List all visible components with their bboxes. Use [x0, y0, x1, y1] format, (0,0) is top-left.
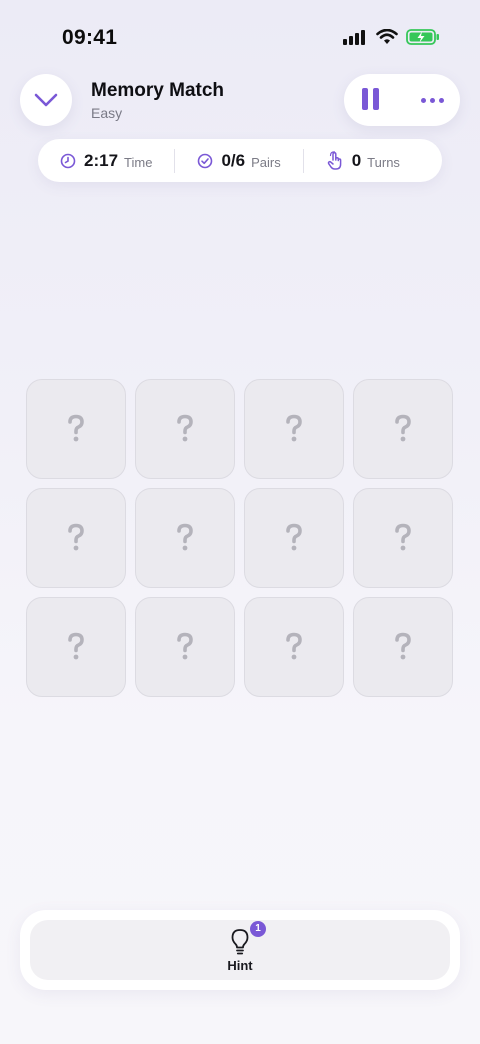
memory-card[interactable]	[353, 488, 453, 588]
status-time: 09:41	[62, 26, 118, 49]
question-mark-icon	[286, 523, 302, 551]
question-mark-icon	[177, 632, 193, 660]
actions-pill	[344, 74, 460, 126]
signal-icon	[343, 30, 365, 45]
clock-icon	[60, 153, 76, 168]
memory-card[interactable]	[353, 597, 453, 697]
question-mark-icon	[395, 414, 411, 442]
hint-button[interactable]: 1 Hint	[30, 920, 450, 980]
memory-card[interactable]	[135, 488, 235, 588]
memory-card[interactable]	[135, 379, 235, 479]
memory-card[interactable]	[135, 597, 235, 697]
status-icons	[342, 29, 440, 45]
question-mark-icon	[68, 414, 84, 442]
memory-card[interactable]	[244, 379, 344, 479]
check-circle-icon	[198, 153, 213, 168]
difficulty-label: Easy	[91, 105, 123, 121]
memory-card[interactable]	[26, 379, 126, 479]
tap-hand-icon	[327, 150, 342, 170]
divider	[302, 148, 304, 173]
battery-charging-icon	[406, 29, 439, 45]
pause-icon	[361, 88, 379, 112]
status-bar: 09:41	[0, 0, 480, 70]
question-mark-icon	[68, 523, 84, 551]
memory-card[interactable]	[26, 597, 126, 697]
stats-bar: 2:17 Time 0/6 Pairs 0 Turns	[38, 139, 442, 182]
hint-icon-wrap: 1	[228, 920, 266, 956]
title-block: Memory Match Easy	[91, 80, 224, 121]
stat-time: 2:17 Time	[60, 139, 152, 182]
lightbulb-icon	[231, 928, 249, 954]
question-mark-icon	[286, 632, 302, 660]
more-horizontal-icon	[420, 97, 444, 103]
memory-card[interactable]	[353, 379, 453, 479]
question-mark-icon	[177, 523, 193, 551]
question-mark-icon	[68, 632, 84, 660]
card-grid	[26, 379, 454, 697]
divider	[174, 148, 176, 173]
time-value: 2:17	[84, 150, 119, 170]
turns-label: Turns	[367, 154, 400, 170]
hint-tray: 1 Hint	[20, 910, 460, 990]
memory-card[interactable]	[244, 597, 344, 697]
turns-value: 0	[351, 150, 362, 170]
question-mark-icon	[286, 414, 302, 442]
pairs-label: Pairs	[251, 154, 281, 170]
back-button[interactable]	[20, 74, 72, 126]
stat-turns: 0 Turns	[326, 139, 400, 182]
question-mark-icon	[177, 414, 193, 442]
pairs-value: 0/6	[221, 150, 246, 170]
memory-card[interactable]	[26, 488, 126, 588]
chevron-down-icon	[34, 93, 58, 107]
question-mark-icon	[395, 632, 411, 660]
hint-count-badge: 1	[250, 920, 266, 937]
question-mark-icon	[395, 523, 411, 551]
pause-button[interactable]	[358, 88, 382, 112]
wifi-icon	[376, 29, 398, 44]
hint-label: Hint	[227, 957, 253, 973]
memory-card[interactable]	[244, 488, 344, 588]
time-label: Time	[124, 154, 153, 170]
stat-pairs: 0/6 Pairs	[197, 139, 281, 182]
more-options-button[interactable]	[416, 88, 448, 112]
game-title: Memory Match	[91, 80, 225, 101]
